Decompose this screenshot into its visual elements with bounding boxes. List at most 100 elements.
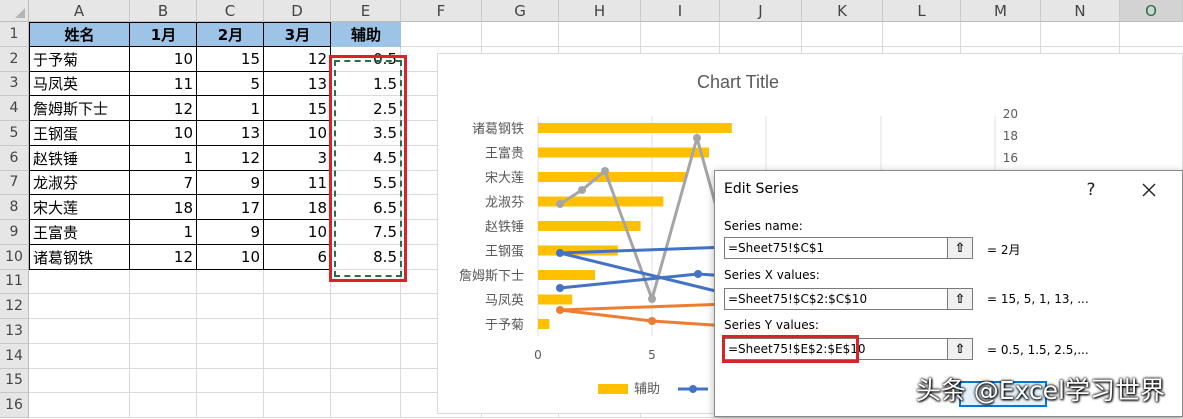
- table-line: [29, 243, 331, 245]
- row-header-9[interactable]: 9: [0, 220, 29, 245]
- table-cell[interactable]: 9: [197, 220, 264, 245]
- row-header-2[interactable]: 2: [0, 46, 29, 72]
- table-cell[interactable]: 15: [197, 47, 264, 72]
- column-header-n[interactable]: N: [1041, 0, 1120, 22]
- header-cell[interactable]: 1月: [130, 22, 197, 47]
- table-cell[interactable]: 18: [130, 195, 197, 220]
- column-header-e[interactable]: E: [331, 0, 401, 22]
- row-header-15[interactable]: 15: [0, 368, 29, 394]
- header-cell[interactable]: 3月: [264, 22, 331, 47]
- column-header-f[interactable]: F: [401, 0, 482, 22]
- row-header-1[interactable]: 1: [0, 22, 29, 47]
- row-header-7[interactable]: 7: [0, 170, 29, 196]
- table-cell[interactable]: 13: [264, 72, 331, 97]
- column-header-a[interactable]: A: [29, 0, 130, 22]
- table-cell[interactable]: 10: [130, 47, 197, 72]
- table-cell[interactable]: 12: [130, 245, 197, 270]
- table-cell[interactable]: 18: [264, 195, 331, 220]
- table-cell[interactable]: 11: [130, 72, 197, 97]
- header-cell[interactable]: 姓名: [29, 22, 130, 47]
- series-marker-orange: [556, 306, 564, 314]
- table-line: [29, 169, 331, 171]
- column-header-k[interactable]: K: [802, 0, 883, 22]
- collapse-arrow-icon: ⇧: [954, 291, 966, 307]
- column-header-g[interactable]: G: [482, 0, 559, 22]
- series-marker-blue: [694, 270, 702, 278]
- column-header-i[interactable]: I: [641, 0, 720, 22]
- table-line: [29, 219, 331, 220]
- series-marker-gray: [601, 167, 609, 175]
- table-cell[interactable]: 7: [130, 171, 197, 196]
- row-header-5[interactable]: 5: [0, 121, 29, 146]
- table-cell[interactable]: 赵铁锤: [29, 146, 130, 171]
- series-y-collapse-button[interactable]: ⇧: [947, 338, 973, 360]
- table-cell[interactable]: 12: [197, 146, 264, 171]
- row-header-8[interactable]: 8: [0, 195, 29, 220]
- column-header-c[interactable]: C: [197, 0, 264, 22]
- row-header-6[interactable]: 6: [0, 145, 29, 171]
- column-header-j[interactable]: J: [720, 0, 802, 22]
- header-cell[interactable]: 辅助: [331, 22, 401, 47]
- table-cell[interactable]: 詹姆斯下士: [29, 96, 130, 121]
- row-header-10[interactable]: 10: [0, 244, 29, 270]
- table-cell[interactable]: 17: [197, 195, 264, 220]
- table-cell[interactable]: 王富贵: [29, 220, 130, 245]
- select-all-corner[interactable]: [0, 0, 29, 22]
- table-cell[interactable]: 13: [197, 121, 264, 146]
- table-cell[interactable]: 10: [130, 121, 197, 146]
- column-header-h[interactable]: H: [559, 0, 641, 22]
- table-cell[interactable]: 5: [197, 72, 264, 97]
- row-header-12[interactable]: 12: [0, 294, 29, 319]
- help-button[interactable]: ?: [1071, 176, 1111, 204]
- column-header-b[interactable]: B: [130, 0, 197, 22]
- column-header-l[interactable]: L: [883, 0, 961, 22]
- series-marker-gray: [693, 134, 701, 142]
- table-cell[interactable]: 诸葛钢铁: [29, 245, 130, 270]
- table-cell[interactable]: 马凤英: [29, 72, 130, 97]
- table-cell[interactable]: 10: [264, 220, 331, 245]
- x-tick-label: 5: [648, 348, 656, 362]
- series-x-input[interactable]: =Sheet75!$C$2:$C$10: [724, 288, 949, 310]
- header-cell[interactable]: 2月: [197, 22, 264, 47]
- category-label: 王富贵: [485, 146, 524, 162]
- series-x-collapse-button[interactable]: ⇧: [947, 288, 973, 310]
- series-y-label: Series Y values:: [724, 318, 819, 332]
- column-header-m[interactable]: M: [961, 0, 1041, 22]
- table-cell[interactable]: 王钢蛋: [29, 121, 130, 146]
- bar: [538, 319, 550, 329]
- table-cell[interactable]: 龙淑芬: [29, 171, 130, 196]
- series-line-orange: [559, 308, 729, 328]
- column-header-o[interactable]: O: [1120, 0, 1183, 22]
- series-name-collapse-button[interactable]: ⇧: [947, 237, 973, 259]
- table-line: [129, 22, 130, 270]
- table-cell[interactable]: 9: [197, 171, 264, 196]
- series-x-result: = 15, 5, 1, 13, ...: [987, 292, 1089, 306]
- table-cell[interactable]: 12: [130, 96, 197, 121]
- series-name-input[interactable]: =Sheet75!$C$1: [724, 237, 949, 259]
- table-cell[interactable]: 1: [197, 96, 264, 121]
- highlight-box-e-column: [329, 55, 407, 282]
- series-name-result: = 2月: [987, 243, 1021, 257]
- row-header-14[interactable]: 14: [0, 343, 29, 369]
- table-cell[interactable]: 12: [264, 47, 331, 72]
- row-header-11[interactable]: 11: [0, 269, 29, 295]
- table-cell[interactable]: 3: [264, 146, 331, 171]
- table-cell[interactable]: 于予菊: [29, 47, 130, 72]
- table-cell[interactable]: 1: [130, 220, 197, 245]
- table-cell[interactable]: 10: [197, 245, 264, 270]
- table-cell[interactable]: 1: [130, 146, 197, 171]
- table-cell[interactable]: 6: [264, 245, 331, 270]
- table-line: [29, 144, 331, 146]
- table-cell[interactable]: 15: [264, 96, 331, 121]
- collapse-arrow-icon: ⇧: [954, 240, 966, 256]
- close-icon: [1142, 183, 1156, 197]
- table-cell[interactable]: 宋大莲: [29, 195, 130, 220]
- table-cell[interactable]: 11: [264, 171, 331, 196]
- row-header-4[interactable]: 4: [0, 96, 29, 121]
- column-header-d[interactable]: D: [264, 0, 331, 22]
- row-header-16[interactable]: 16: [0, 393, 29, 418]
- row-header-13[interactable]: 13: [0, 319, 29, 344]
- row-header-3[interactable]: 3: [0, 71, 29, 97]
- table-cell[interactable]: 10: [264, 121, 331, 146]
- close-button[interactable]: [1129, 176, 1169, 204]
